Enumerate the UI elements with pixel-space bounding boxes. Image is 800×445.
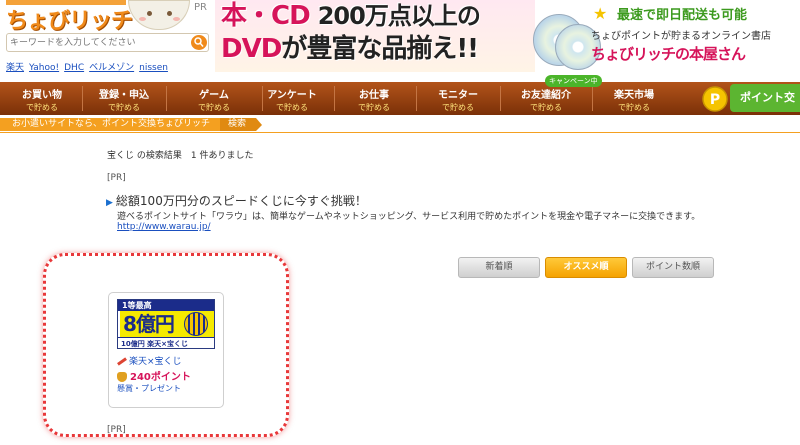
pr-label: [PR] xyxy=(107,173,126,183)
search-query: 宝くじ xyxy=(107,151,135,161)
quick-links: 楽天 Yahoo! DHC ベルメゾン nissen xyxy=(6,60,173,73)
quick-link-yahoo[interactable]: Yahoo! xyxy=(29,63,59,73)
result-card[interactable]: 1等最高 8億円 10億円 楽天×宝くじ 楽天×宝くじ 240ポイント 懸賞・プ… xyxy=(108,292,224,408)
sort-points-button[interactable]: ポイント数順 xyxy=(632,257,714,278)
card-title-link[interactable]: 楽天×宝くじ xyxy=(117,354,182,367)
triangle-icon: ▶ xyxy=(106,198,113,208)
site-logo[interactable]: ちょびリッチ xyxy=(6,0,133,33)
mascot-face-icon xyxy=(128,0,190,30)
search-result-summary: 宝くじ の検索結果 1 件ありました xyxy=(107,148,253,161)
pr-label: PR xyxy=(194,2,207,13)
card-points: 240ポイント xyxy=(117,368,191,383)
pencil-icon xyxy=(117,357,127,366)
lottery-ball-icon xyxy=(184,312,208,336)
nav-monitor[interactable]: モニター で貯める xyxy=(420,82,496,115)
ad-description: 遊べるポイントサイト「ワラウ」は、簡単なゲームやネットショッピング、サービス利用… xyxy=(117,212,701,222)
point-exchange-button[interactable]: ポイント交 xyxy=(730,84,800,112)
nav-game[interactable]: ゲーム で貯める xyxy=(170,82,258,115)
ad-url-link[interactable]: http://www.warau.jp/ xyxy=(117,222,211,232)
search-input[interactable] xyxy=(10,35,188,50)
quick-link-rakuten[interactable]: 楽天 xyxy=(6,63,24,73)
banner-line-1: 本・CD 200万点以上の xyxy=(221,1,481,31)
banner-delivery-text: 最速で即日配送も可能 xyxy=(617,8,748,23)
campaign-badge: キャンペーン中 xyxy=(545,75,602,87)
sort-recommended-button[interactable]: オススメ順 xyxy=(545,257,627,278)
search-button[interactable] xyxy=(191,35,207,50)
point-coin-icon: P xyxy=(702,86,728,112)
banner-store-text: ちょびポイントが貯まるオンライン書店 xyxy=(591,31,771,42)
pr-label-footer: [PR] xyxy=(107,425,126,435)
svg-text:P: P xyxy=(710,92,720,108)
sort-newest-button[interactable]: 新着順 xyxy=(458,257,540,278)
banner-line-2: DVDが豊富な品揃え!! xyxy=(221,34,479,64)
search-box xyxy=(6,33,209,52)
nav-survey[interactable]: アンケート で貯める xyxy=(256,82,328,115)
banner-right: ★ 最速で即日配送も可能 ちょびポイントが貯まるオンライン書店 ちょびリッチの本… xyxy=(587,0,800,72)
nav-work[interactable]: お仕事 で貯める xyxy=(338,82,410,115)
site-header: ちょびリッチ PR 楽天 Yahoo! DHC ベルメゾン nissen xyxy=(0,0,215,82)
card-category-link[interactable]: 懸賞・プレゼント xyxy=(117,383,181,394)
breadcrumb-home[interactable]: お小遣いサイトなら、ポイント交換ちょびリッチ xyxy=(0,118,229,131)
nav-rakuten-ichiba[interactable]: 楽天市場 で貯める xyxy=(596,82,672,115)
quick-link-nissen[interactable]: nissen xyxy=(139,63,168,73)
search-result-count: の検索結果 1 件ありました xyxy=(136,151,254,161)
nav-shopping[interactable]: お買い物 で貯める xyxy=(6,82,78,115)
ad-banner[interactable]: 本・CD 200万点以上の DVDが豊富な品揃え!! ★ 最速で即日配送も可能 … xyxy=(215,0,800,72)
nav-registration[interactable]: 登録・申込 で貯める xyxy=(86,82,162,115)
star-icon: ★ xyxy=(593,4,608,23)
breadcrumb-current: 検索 xyxy=(220,118,263,131)
breadcrumb: お小遣いサイトなら、ポイント交換ちょびリッチ 検索 xyxy=(0,117,800,133)
quick-link-dhc[interactable]: DHC xyxy=(64,63,84,73)
lottery-banner-image[interactable]: 1等最高 8億円 10億円 楽天×宝くじ xyxy=(117,299,215,349)
money-bag-icon xyxy=(117,372,127,382)
search-icon xyxy=(194,37,204,47)
quick-link-bellemaison[interactable]: ベルメゾン xyxy=(89,63,134,73)
banner-store-name: ちょびリッチの本屋さん xyxy=(591,45,746,63)
ad-title[interactable]: ▶ 総額100万円分のスピードくじに今すぐ挑戦！ xyxy=(106,192,367,209)
main-nav: お買い物 で貯める 登録・申込 で貯める ゲーム で貯める アンケート で貯める お仕事… xyxy=(0,82,800,115)
